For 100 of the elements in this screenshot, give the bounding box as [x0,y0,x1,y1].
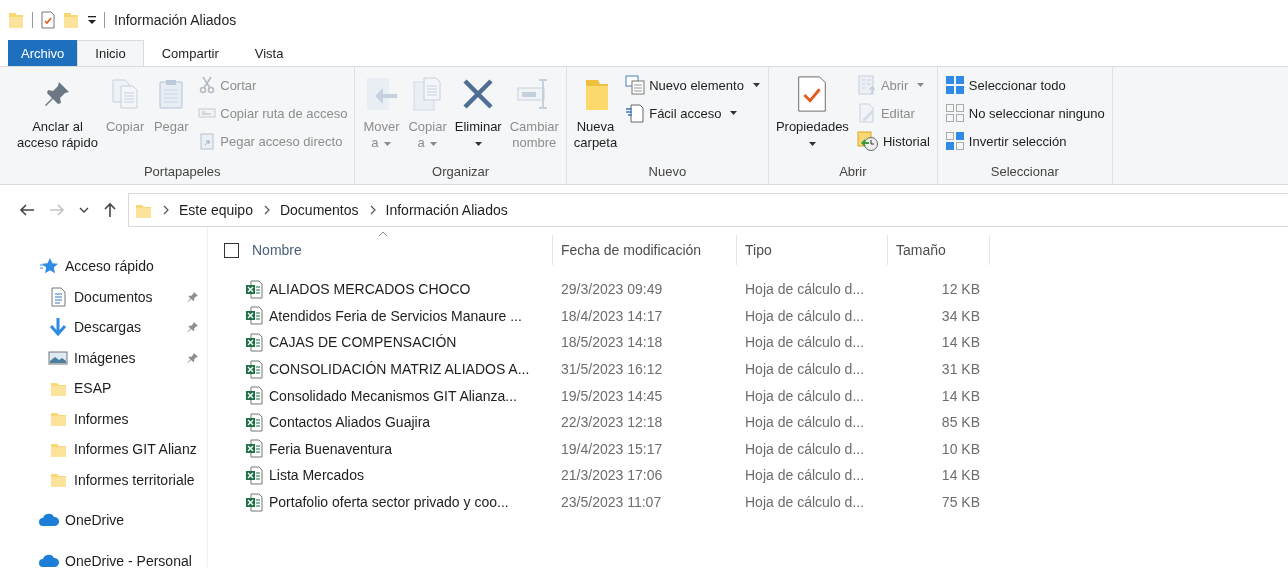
chevron-icon [163,205,170,215]
caret-icon [807,141,817,147]
cloud-icon [38,513,60,528]
file-name[interactable]: CONSOLIDACIÓN MATRIZ ALIADOS A... [248,359,553,379]
ribbon-button[interactable]: Seleccionar todo [941,74,1108,96]
sidebar-item[interactable]: Acceso rápido [0,251,207,282]
table-cell-text: 19/4/2023 15:17 [560,440,664,457]
column-header[interactable]: Tipo [737,235,888,265]
table-cell-text: 12 KB [940,281,981,298]
spreadsheet-icon [245,359,263,379]
breadcrumb-item[interactable]: Información Aliados [385,202,508,218]
table-cell-text: 22/3/2023 12:18 [560,414,664,431]
spreadsheet-icon [245,465,263,485]
table-cell-text: 14 KB [940,387,981,404]
file-name[interactable]: ALIADOS MERCADOS CHOCO [248,279,553,299]
pin-icon[interactable] [187,321,199,334]
table-cell-text: Hoja de cálculo d... [744,494,866,511]
table-cell-text: 18/5/2023 14:18 [560,334,664,351]
breadcrumb-item[interactable]: Este equipo [179,202,253,218]
chevron-icon [263,205,271,215]
column-header[interactable]: Nombre [248,235,553,265]
window-title: Información Aliados [114,12,237,28]
spreadsheet-icon [245,279,263,299]
properties-icon[interactable] [40,11,56,29]
file-name[interactable]: Feria Buenaventura [248,439,553,459]
file-menu-tab[interactable]: Archivo [8,40,78,66]
file-name[interactable]: CAJAS DE COMPENSACIÓN [248,333,553,352]
breadcrumb-item[interactable]: Documentos [279,202,359,218]
caret-icon [382,140,392,147]
select-all-checkbox[interactable] [223,242,239,258]
spreadsheet-icon [245,412,263,432]
ribbon-button[interactable]: Fácil acceso [622,102,764,124]
sidebar-item[interactable]: Informes territoriale [0,464,207,495]
file-name[interactable]: Consolidado Mecanismos GIT Alianza... [248,386,553,406]
table-cell-text: 31/5/2023 16:12 [560,361,664,378]
caret-icon [751,82,761,88]
caret-icon [916,82,926,88]
group-label: Portapapeles [142,164,222,181]
ribbon-button[interactable]: Nuevo elemento [622,74,764,96]
ribbon-tab[interactable]: Vista [236,40,302,66]
sidebar-item[interactable]: Imágenes [0,342,207,373]
cloud-icon [38,553,60,567]
document-icon [49,286,67,307]
table-cell-text: 14 KB [940,467,981,484]
table-cell-text: 19/5/2023 14:45 [560,387,664,404]
scissors-icon [198,76,217,94]
column-header[interactable]: Tamaño [888,235,990,265]
table-cell-text: Hoja de cálculo d... [744,334,866,351]
spreadsheet-icon [245,386,263,406]
ribbon-button[interactable]: Anclar al acceso rápido [14,71,101,155]
sort-icon [378,231,388,237]
table-cell-text: Hoja de cálculo d... [744,440,866,457]
table-cell-text: 23/5/2023 11:07 [560,494,663,511]
select-none-icon [944,103,965,123]
folder-icon [49,410,67,428]
up-icon[interactable] [103,202,117,218]
ribbon-button[interactable]: Nueva carpeta [570,71,621,155]
ribbon-tab[interactable]: Compartir [143,40,237,66]
table-cell-text: 29/3/2023 09:49 [560,281,664,298]
table-cell-text: 31 KB [940,361,981,378]
file-name[interactable]: Portafolio oferta sector privado y coo... [248,492,553,512]
dropdown-icon[interactable] [87,14,97,26]
open-icon [856,75,877,95]
table-cell-text: 14 KB [940,334,981,351]
file-name[interactable]: Atendidos Feria de Servicios Manaure ... [248,306,553,326]
table-cell-text: Hoja de cálculo d... [744,467,866,484]
back-icon[interactable] [19,203,35,217]
sidebar-item[interactable]: OneDrive [0,505,207,536]
ribbon-button[interactable]: Eliminar [451,71,505,151]
new-item-icon [625,75,646,95]
document-icon [625,103,646,123]
file-name[interactable]: Lista Mercados [248,465,553,485]
ribbon-button[interactable]: No seleccionar ninguno [941,102,1108,124]
sidebar-item[interactable]: Descargas [0,312,207,343]
sidebar-item[interactable]: ESAP [0,373,207,404]
address-bar[interactable]: Este equipo Documentos Información Aliados [128,193,1288,227]
sidebar-item[interactable]: OneDrive - Personal [0,545,207,567]
spreadsheet-icon [245,333,263,352]
file-name[interactable]: Contactos Aliados Guajira [248,412,553,432]
sidebar-item[interactable]: Informes GIT Alianz [0,434,207,465]
shortcut-icon [198,132,217,150]
ribbon-button[interactable]: Historial [853,130,933,152]
table-cell-text: Hoja de cálculo d... [744,387,866,404]
pin-icon[interactable] [187,290,199,303]
column-header[interactable]: Fecha de modificación [553,235,737,265]
history-icon [856,131,879,151]
select-all-icon [944,75,965,95]
star-icon [40,257,58,276]
ribbon-tab[interactable]: Inicio [77,40,144,66]
ribbon-button[interactable]: Invertir selección [941,130,1108,152]
sidebar-item[interactable]: Documentos [0,281,207,312]
table-cell-text: Hoja de cálculo d... [744,281,866,298]
edit-icon [856,103,877,123]
ribbon-button[interactable]: Propiedades [772,71,852,151]
caret-icon [428,140,438,147]
pin-icon[interactable] [187,351,199,364]
sidebar-item[interactable]: Informes [0,403,207,434]
chevron-icon [369,205,377,215]
table-cell-text: 21/3/2023 17:06 [560,467,664,484]
table-cell-text: 85 KB [940,414,981,431]
